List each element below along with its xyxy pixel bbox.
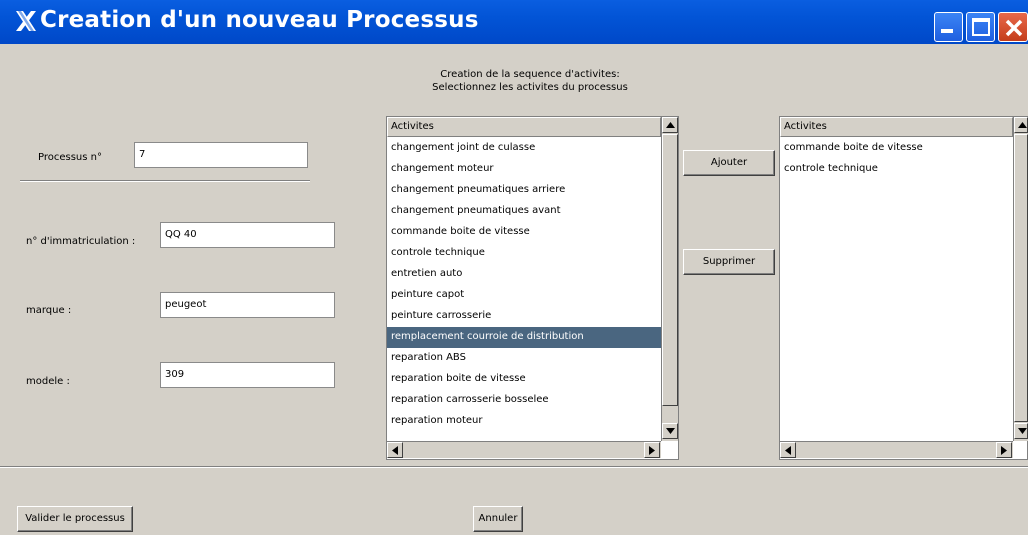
scroll-thumb[interactable] — [662, 134, 678, 406]
arrow-up-icon — [1018, 122, 1027, 128]
arrow-up-icon — [666, 122, 675, 128]
available-list-header[interactable]: Activites — [387, 117, 661, 137]
instruction-line-1: Creation de la sequence d'activites: — [440, 69, 620, 80]
cancel-button[interactable]: Annuler — [473, 506, 523, 532]
list-item[interactable]: changement moteur — [387, 159, 661, 180]
available-list-vertical-scrollbar[interactable] — [661, 117, 678, 441]
arrow-left-icon — [392, 446, 398, 455]
validate-process-button[interactable]: Valider le processus — [17, 506, 133, 532]
list-item[interactable]: changement pneumatiques avant — [387, 201, 661, 222]
arrow-right-icon — [649, 446, 655, 455]
close-icon — [1005, 19, 1023, 37]
selected-list-horizontal-scrollbar[interactable] — [780, 441, 1013, 458]
scroll-down-button[interactable] — [662, 423, 678, 439]
arrow-right-icon — [1001, 446, 1007, 455]
marque-label: marque : — [26, 305, 72, 316]
close-button[interactable] — [998, 12, 1028, 42]
maximize-button[interactable] — [966, 12, 995, 42]
list-item[interactable]: commande boite de vitesse — [387, 222, 661, 243]
instruction-line-2: Selectionnez les activites du processus — [432, 82, 628, 93]
selected-list-items: commande boite de vitesse controle techni… — [780, 138, 1013, 441]
scroll-right-button[interactable] — [996, 442, 1012, 458]
list-item[interactable]: changement pneumatiques arriere — [387, 180, 661, 201]
marque-field[interactable]: peugeot — [160, 292, 335, 318]
scroll-left-button[interactable] — [780, 442, 796, 458]
scroll-thumb[interactable] — [1014, 134, 1028, 422]
window-title: Creation d'un nouveau Processus — [40, 7, 479, 33]
modele-field[interactable]: 309 — [160, 362, 335, 388]
list-item[interactable]: changement joint de culasse — [387, 138, 661, 159]
processus-number-field[interactable]: 7 — [134, 142, 308, 168]
arrow-down-icon — [1018, 428, 1027, 434]
list-item[interactable]: reparation carrosserie bosselee — [387, 390, 661, 411]
available-list-horizontal-scrollbar[interactable] — [387, 441, 661, 458]
remove-button[interactable]: Supprimer — [683, 249, 775, 275]
immatriculation-field[interactable]: QQ 40 — [160, 222, 335, 248]
selected-activities-list[interactable]: Activites commande boite de vitesse contr… — [779, 116, 1028, 460]
list-item[interactable]: reparation ABS — [387, 348, 661, 369]
title-bar[interactable]: Creation d'un nouveau Processus — [0, 0, 1028, 44]
immatriculation-label: n° d'immatriculation : — [26, 236, 136, 247]
list-item[interactable]: peinture capot — [387, 285, 661, 306]
selected-list-header[interactable]: Activites — [780, 117, 1013, 137]
list-item[interactable]: remplacement courroie de distribution — [387, 327, 661, 348]
footer-separator — [0, 466, 1028, 468]
list-item[interactable]: reparation boite de vitesse — [387, 369, 661, 390]
scroll-right-button[interactable] — [644, 442, 660, 458]
selected-list-vertical-scrollbar[interactable] — [1013, 117, 1028, 441]
list-item[interactable]: controle technique — [780, 159, 1013, 180]
list-item[interactable]: commande boite de vitesse — [780, 138, 1013, 159]
minimize-icon — [941, 29, 953, 33]
available-list-items: changement joint de culasse changement mo… — [387, 138, 661, 441]
add-button[interactable]: Ajouter — [683, 150, 775, 176]
form-separator — [20, 180, 310, 182]
scroll-down-button[interactable] — [1014, 423, 1028, 439]
maximize-icon — [972, 18, 990, 36]
x-logo-icon — [16, 11, 36, 31]
instructions: Creation de la sequence d'activites: Sel… — [360, 68, 700, 94]
scroll-left-button[interactable] — [387, 442, 403, 458]
available-activities-list[interactable]: Activites changement joint de culasse cha… — [386, 116, 679, 460]
list-item[interactable]: reparation moteur — [387, 411, 661, 432]
modele-label: modele : — [26, 376, 70, 387]
minimize-button[interactable] — [934, 12, 963, 42]
processus-label: Processus n° — [38, 152, 102, 163]
window-client-area: Creation de la sequence d'activites: Sel… — [0, 44, 1028, 535]
arrow-left-icon — [785, 446, 791, 455]
list-item[interactable]: peinture carrosserie — [387, 306, 661, 327]
list-item[interactable]: controle technique — [387, 243, 661, 264]
list-item[interactable]: entretien auto — [387, 264, 661, 285]
scroll-up-button[interactable] — [1014, 117, 1028, 133]
arrow-down-icon — [666, 428, 675, 434]
scroll-up-button[interactable] — [662, 117, 678, 133]
